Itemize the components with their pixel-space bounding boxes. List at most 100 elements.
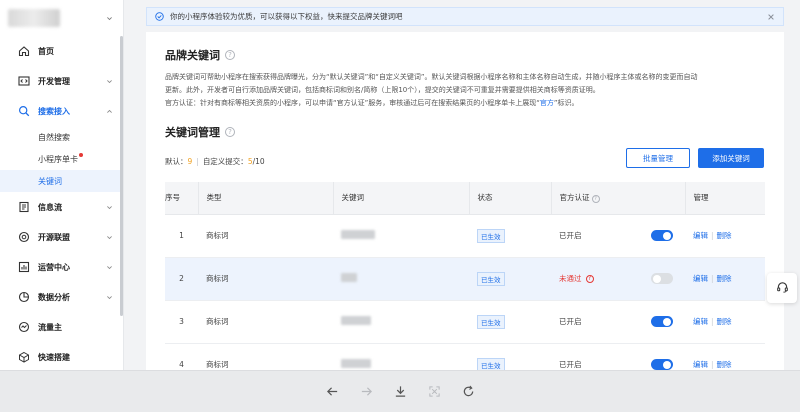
refresh-icon[interactable] bbox=[460, 384, 476, 400]
keyword-blurred bbox=[341, 359, 371, 368]
delete-link[interactable]: 删除 bbox=[717, 274, 732, 283]
notice-text: 你的小程序体验较为优质，可以获得以下权益，快来提交品牌关键词吧 bbox=[170, 12, 403, 21]
description-line: 官方认证：针对有商标等相关资质的小程序，可以申请“官方认证”服务，审核通过后可在… bbox=[165, 97, 765, 110]
sidebar-item-quick-build[interactable]: 快速搭建 bbox=[0, 342, 123, 370]
sidebar-scrollbar[interactable] bbox=[120, 36, 123, 316]
keyword-counts: 默认：9 | 自定义提交：5/10 bbox=[165, 157, 265, 166]
help-icon[interactable]: ? bbox=[225, 50, 235, 60]
row-actions: 编辑 | 删除 bbox=[685, 214, 765, 258]
column-header: 管理 bbox=[685, 182, 765, 215]
chevron-down-icon bbox=[106, 78, 113, 85]
sidebar-item-search[interactable]: 搜索接入 bbox=[0, 96, 123, 126]
sidebar-item-analytics[interactable]: 数据分析 bbox=[0, 282, 123, 312]
default-count-label: 默认： bbox=[165, 157, 188, 166]
sidebar-subitem-keywords[interactable]: 关键词 bbox=[0, 170, 123, 192]
sidebar-item-traffic[interactable]: 流量主 bbox=[0, 312, 123, 342]
sidebar: 首页 开发管理 搜索接入 自然搜索 小程序单卡 关键词 信息流 开源联盟 运营中… bbox=[0, 0, 124, 370]
download-icon[interactable] bbox=[392, 384, 408, 400]
keyword-blurred bbox=[341, 316, 371, 325]
edit-link[interactable]: 编辑 bbox=[693, 360, 708, 369]
notice-banner: 你的小程序体验较为优质，可以获得以下权益，快来提交品牌关键词吧 bbox=[146, 7, 784, 26]
fit-screen-icon[interactable] bbox=[426, 384, 442, 400]
row-index: 1 bbox=[165, 214, 198, 258]
chart-icon bbox=[18, 261, 30, 273]
chevron-down-icon bbox=[106, 294, 113, 301]
help-icon[interactable]: ? bbox=[225, 127, 235, 137]
edit-link[interactable]: 编辑 bbox=[693, 231, 708, 240]
sidebar-item-label: 快速搭建 bbox=[38, 352, 70, 362]
column-header: 状态 bbox=[469, 182, 552, 215]
auth-toggle[interactable] bbox=[651, 316, 673, 327]
sidebar-item-dev[interactable]: 开发管理 bbox=[0, 66, 123, 96]
row-status: 已生效 bbox=[469, 343, 551, 370]
official-label: 官方 bbox=[539, 99, 554, 107]
row-keyword bbox=[333, 257, 469, 301]
description-text: 官方认证：针对有商标等相关资质的小程序，可以申请“官方认证”服务，审核通过后可在… bbox=[165, 99, 540, 107]
sidebar-item-label: 开源联盟 bbox=[38, 232, 70, 242]
sidebar-subitem-label: 关键词 bbox=[38, 176, 62, 186]
sidebar-item-home[interactable]: 首页 bbox=[0, 36, 123, 66]
page-title: 品牌关键词 bbox=[165, 49, 220, 62]
auth-toggle[interactable] bbox=[651, 230, 673, 241]
sidebar-subitem-mini-card[interactable]: 小程序单卡 bbox=[0, 148, 123, 170]
description-line: 品牌关键词可帮助小程序在搜索获得品牌曝光，分为“默认关键词”和“自定义关键词”。… bbox=[165, 73, 698, 81]
row-keyword bbox=[333, 214, 469, 258]
sidebar-subitem-label: 小程序单卡 bbox=[38, 154, 78, 164]
chevron-down-icon bbox=[106, 15, 113, 22]
delete-link[interactable]: 删除 bbox=[717, 317, 732, 326]
sidebar-item-label: 数据分析 bbox=[38, 292, 70, 302]
sidebar-item-operations[interactable]: 运营中心 bbox=[0, 252, 123, 282]
row-type: 商标词 bbox=[198, 300, 333, 344]
auth-status: 已开启 bbox=[559, 360, 582, 369]
feed-icon bbox=[18, 201, 30, 213]
back-arrow-icon[interactable] bbox=[324, 384, 340, 400]
chevron-up-icon bbox=[106, 108, 113, 115]
row-auth: 已开启 bbox=[551, 214, 685, 258]
auth-status: 已开启 bbox=[559, 231, 582, 240]
column-header: 关键词 bbox=[333, 182, 470, 215]
sidebar-nav: 首页 开发管理 搜索接入 自然搜索 小程序单卡 关键词 信息流 开源联盟 运营中… bbox=[0, 36, 123, 370]
row-actions: 编辑 | 删除 bbox=[685, 257, 765, 301]
row-keyword bbox=[333, 300, 469, 344]
edit-link[interactable]: 编辑 bbox=[693, 317, 708, 326]
auth-status-failed: 未通过? bbox=[559, 273, 594, 284]
close-icon[interactable] bbox=[767, 13, 775, 21]
column-header-auth: 官方认证? bbox=[551, 182, 686, 215]
forward-arrow-icon[interactable] bbox=[358, 384, 374, 400]
batch-manage-button[interactable]: 批量管理 bbox=[626, 148, 690, 168]
row-keyword bbox=[333, 343, 469, 370]
brand-keywords-title: 品牌关键词 ? bbox=[165, 47, 235, 63]
home-icon bbox=[18, 45, 30, 57]
auth-toggle[interactable] bbox=[651, 359, 673, 370]
row-auth: 已开启 bbox=[551, 300, 685, 344]
brand-description: 品牌关键词可帮助小程序在搜索获得品牌曝光，分为“默认关键词”和“自定义关键词”。… bbox=[165, 71, 765, 110]
row-type: 商标词 bbox=[198, 257, 333, 301]
sidebar-item-label: 搜索接入 bbox=[38, 106, 70, 116]
row-type: 商标词 bbox=[198, 343, 333, 370]
sidebar-item-alliance[interactable]: 开源联盟 bbox=[0, 222, 123, 252]
keyword-table: 序号 类型 关键词 状态 官方认证? 管理 1 商标词 已生效 已开启 编辑 | 删… bbox=[165, 182, 765, 370]
help-icon[interactable]: ? bbox=[585, 274, 594, 283]
account-switcher[interactable] bbox=[0, 0, 123, 36]
chevron-down-icon bbox=[106, 234, 113, 241]
keyword-blurred bbox=[341, 273, 357, 282]
delete-link[interactable]: 删除 bbox=[717, 231, 732, 240]
customer-service-button[interactable] bbox=[767, 273, 797, 303]
auth-toggle[interactable] bbox=[651, 273, 673, 284]
add-keyword-button[interactable]: 添加关键词 bbox=[698, 148, 764, 168]
sidebar-subitem-natural-search[interactable]: 自然搜索 bbox=[0, 126, 123, 148]
sidebar-item-label: 运营中心 bbox=[38, 262, 70, 272]
custom-total: /10 bbox=[252, 157, 265, 166]
status-badge: 已生效 bbox=[477, 228, 505, 243]
sidebar-item-feed[interactable]: 信息流 bbox=[0, 192, 123, 222]
delete-link[interactable]: 删除 bbox=[717, 360, 732, 369]
table-row: 4 商标词 已生效 已开启 编辑 | 删除 bbox=[165, 343, 765, 370]
headset-icon bbox=[776, 281, 789, 296]
traffic-icon bbox=[18, 321, 30, 333]
code-icon bbox=[18, 75, 30, 87]
description-line: 更新。此外，开发者可自行添加品牌关键词，包括商标词和别名/简称（上限10个），提… bbox=[165, 86, 600, 94]
row-actions: 编辑 | 删除 bbox=[685, 300, 765, 344]
edit-link[interactable]: 编辑 bbox=[693, 274, 708, 283]
row-auth: 未通过? bbox=[551, 257, 685, 301]
help-icon[interactable]: ? bbox=[591, 195, 600, 204]
